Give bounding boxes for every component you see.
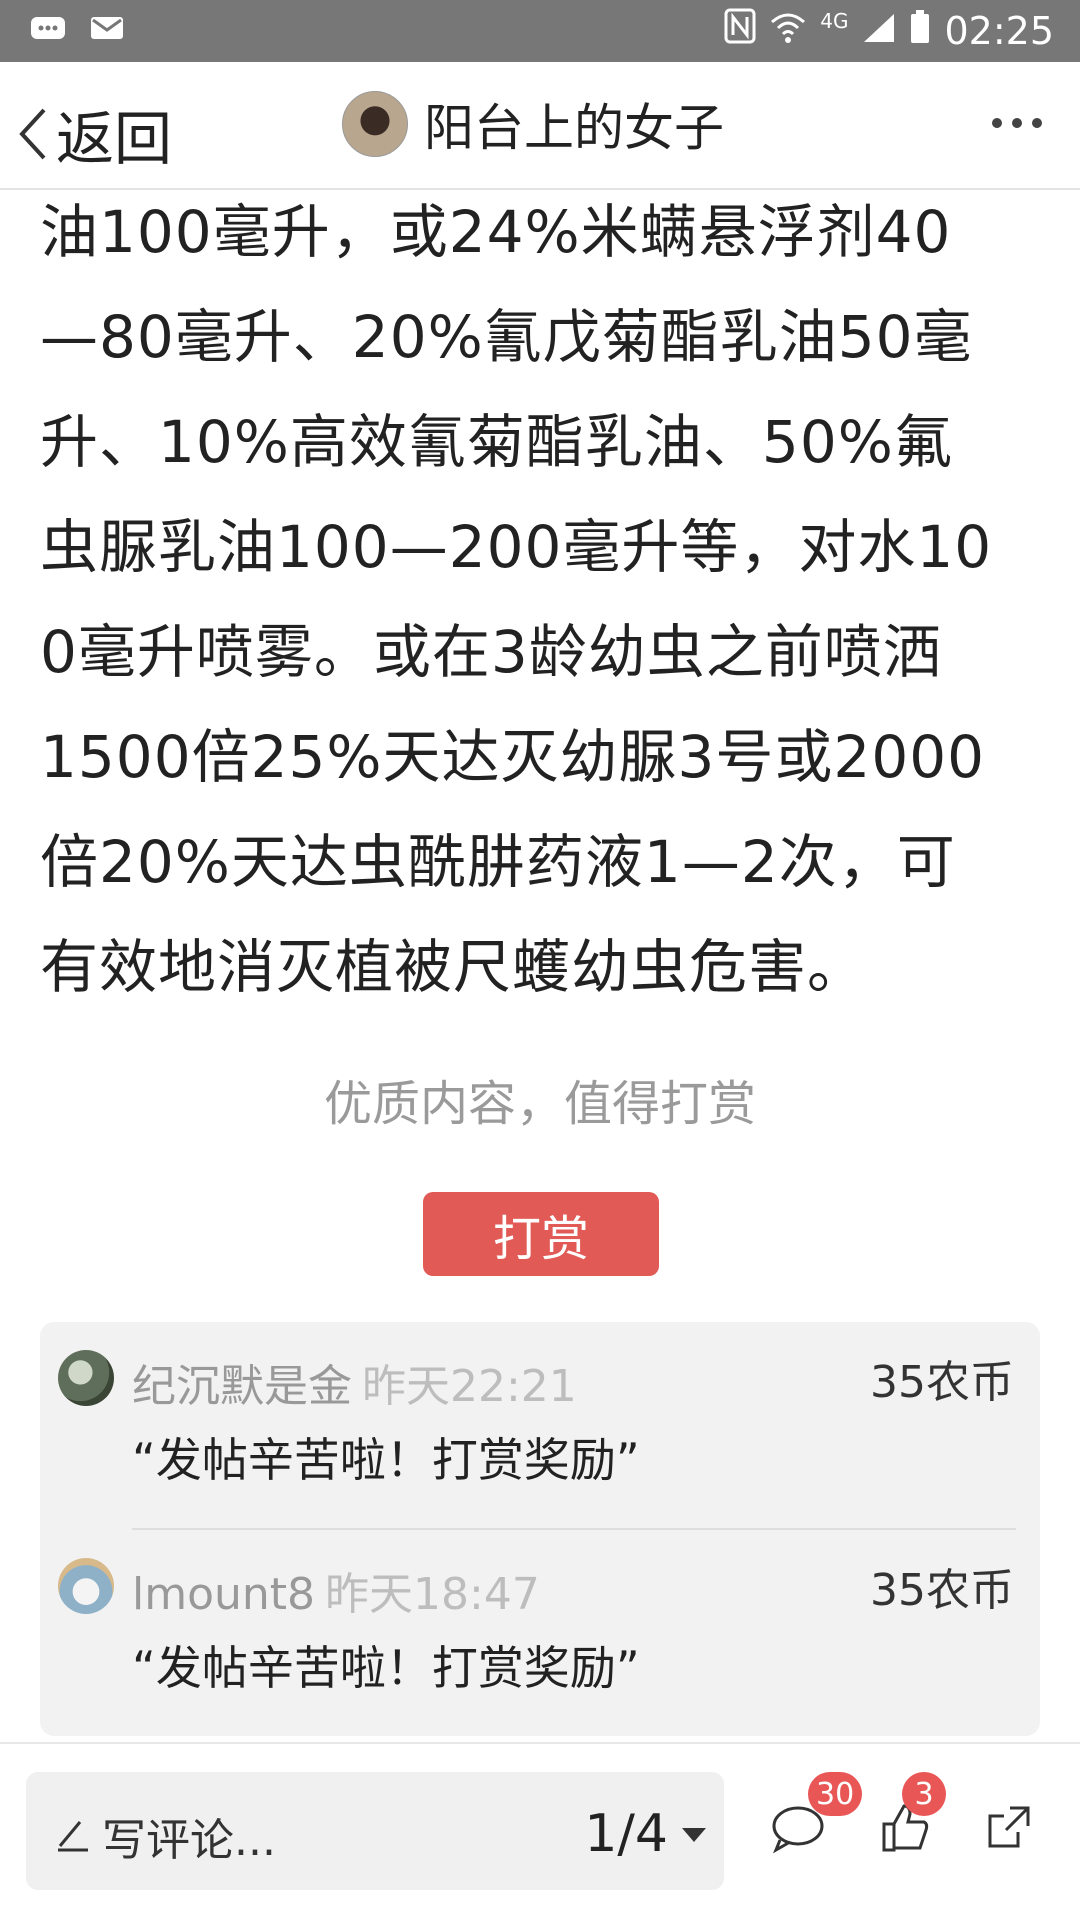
pencil-icon	[58, 1821, 88, 1852]
author-avatar[interactable]	[342, 91, 408, 157]
article-line: 倍20%天达虫酰肼药液1—2次，可	[40, 828, 956, 896]
mail-icon	[90, 14, 124, 48]
clock: 02:25	[944, 8, 1054, 53]
message-icon	[30, 14, 66, 48]
list-item: 纪沉默是金 昨天22:21 35农币 “发帖辛苦啦！打赏奖励”	[40, 1322, 1040, 1530]
reward-list: 纪沉默是金 昨天22:21 35农币 “发帖辛苦啦！打赏奖励” lmount8 昨天…	[40, 1322, 1040, 1736]
reward-amount: 35农币	[870, 1357, 1014, 1408]
reward-user-name[interactable]: lmount8	[132, 1569, 315, 1620]
reward-user: lmount8 昨天18:47	[132, 1558, 540, 1622]
more-dot	[1012, 118, 1022, 128]
battery-icon	[910, 9, 930, 53]
comments-button[interactable]: 30	[770, 1772, 863, 1858]
reward-prompt: 优质内容，值得打赏	[323, 1076, 756, 1132]
signal-icon	[862, 9, 896, 53]
article-line: 油100毫升，或24%米螨悬浮剂40	[40, 198, 952, 266]
like-button[interactable]: 3	[880, 1772, 946, 1858]
reward-user: 纪沉默是金 昨天22:21	[132, 1350, 577, 1414]
reward-message: “发帖辛苦啦！打赏奖励”	[132, 1433, 640, 1487]
list-item: lmount8 昨天18:47 35农币 “发帖辛苦啦！打赏奖励”	[40, 1530, 1040, 1730]
avatar[interactable]	[58, 1558, 114, 1614]
back-label: 返回	[56, 105, 173, 173]
reward-user-name[interactable]: 纪沉默是金	[132, 1361, 352, 1412]
comment-input[interactable]: 写评论... 1/4	[26, 1772, 724, 1890]
more-dot	[992, 118, 1002, 128]
chevron-down-icon[interactable]	[682, 1828, 706, 1842]
reward-amount: 35农币	[870, 1565, 1014, 1616]
page-title: 阳台上的女子	[424, 99, 724, 157]
comments-count-badge: 30	[808, 1772, 863, 1816]
network-type: 4G	[820, 8, 849, 33]
more-dot	[1032, 118, 1042, 128]
likes-count-badge: 3	[902, 1772, 946, 1816]
reward-button[interactable]: 打赏	[423, 1192, 659, 1276]
avatar[interactable]	[58, 1350, 114, 1406]
back-button[interactable]: 返回	[16, 92, 172, 176]
chevron-left-icon	[19, 108, 46, 160]
more-options-button[interactable]	[992, 118, 1042, 128]
article-line: 1500倍25%天达灭幼脲3号或2000	[40, 723, 986, 791]
wifi-icon	[770, 9, 806, 53]
app-header: 返回 阳台上的女子	[0, 62, 1080, 190]
comment-placeholder: 写评论...	[102, 1815, 276, 1866]
reward-time: 昨天22:21	[362, 1361, 577, 1412]
nfc-icon	[724, 8, 756, 53]
article-line: 有效地消灭植被尺蠖幼虫危害。	[40, 933, 867, 1001]
reward-time: 昨天18:47	[325, 1569, 540, 1620]
article-line: —80毫升、20%氰戊菊酯乳油50毫	[40, 303, 973, 371]
reward-message: “发帖辛苦啦！打赏奖励”	[132, 1641, 640, 1695]
article-line: 升、10%高效氰菊酯乳油、50%氟	[40, 408, 953, 476]
status-bar: 4G 02:25	[0, 0, 1080, 62]
share-button[interactable]	[984, 1802, 1034, 1856]
page-indicator[interactable]: 1/4	[584, 1804, 668, 1864]
article-line: 虫脲乳油100—200毫升等，对水10	[40, 513, 993, 581]
share-icon	[988, 1806, 1030, 1848]
post-author[interactable]: 阳台上的女子	[342, 88, 724, 160]
article-body: 油100毫升，或24%米螨悬浮剂40 —80毫升、20%氰戊菊酯乳油50毫 升、…	[40, 180, 1045, 1020]
bottom-bar: 写评论... 1/4 30 3	[0, 1742, 1080, 1920]
article-line: 0毫升喷雾。或在3龄幼虫之前喷洒	[40, 618, 942, 686]
